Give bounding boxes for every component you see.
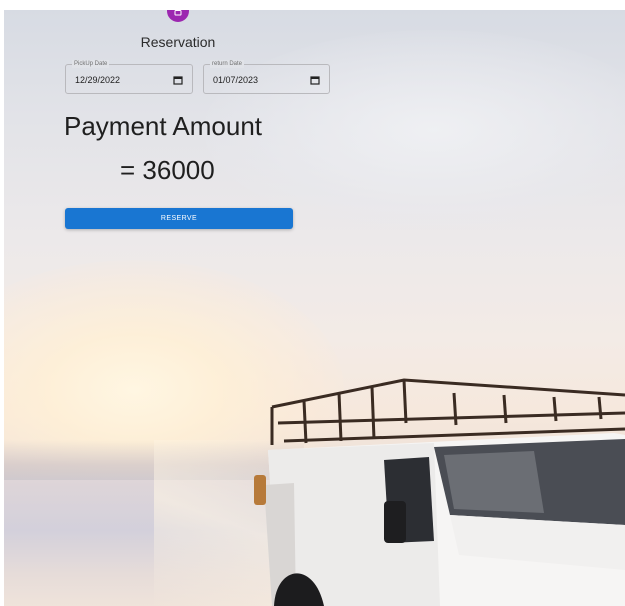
page-title: Reservation	[140, 34, 216, 50]
payment-amount-label: Payment Amount	[64, 111, 262, 141]
calendar-icon[interactable]	[310, 75, 320, 85]
lock-icon	[174, 10, 182, 16]
reserve-button[interactable]: RESERVE	[65, 208, 293, 229]
pickup-date-label: PickUp Date	[72, 60, 110, 68]
reservation-page: Reservation PickUp Date 12/29/2022 retur…	[4, 10, 625, 606]
return-date-field[interactable]: return Date 01/07/2023	[203, 60, 330, 94]
background-jeep-image	[254, 378, 625, 606]
calendar-icon[interactable]	[173, 75, 183, 85]
lock-avatar	[167, 10, 189, 22]
return-date-label: return Date	[210, 60, 245, 68]
return-date-value[interactable]: 01/07/2023	[213, 75, 258, 85]
background-cloud	[204, 30, 625, 230]
pickup-date-field[interactable]: PickUp Date 12/29/2022	[65, 60, 193, 94]
pickup-date-value[interactable]: 12/29/2022	[75, 75, 120, 85]
payment-amount-value: = 36000	[120, 155, 215, 185]
